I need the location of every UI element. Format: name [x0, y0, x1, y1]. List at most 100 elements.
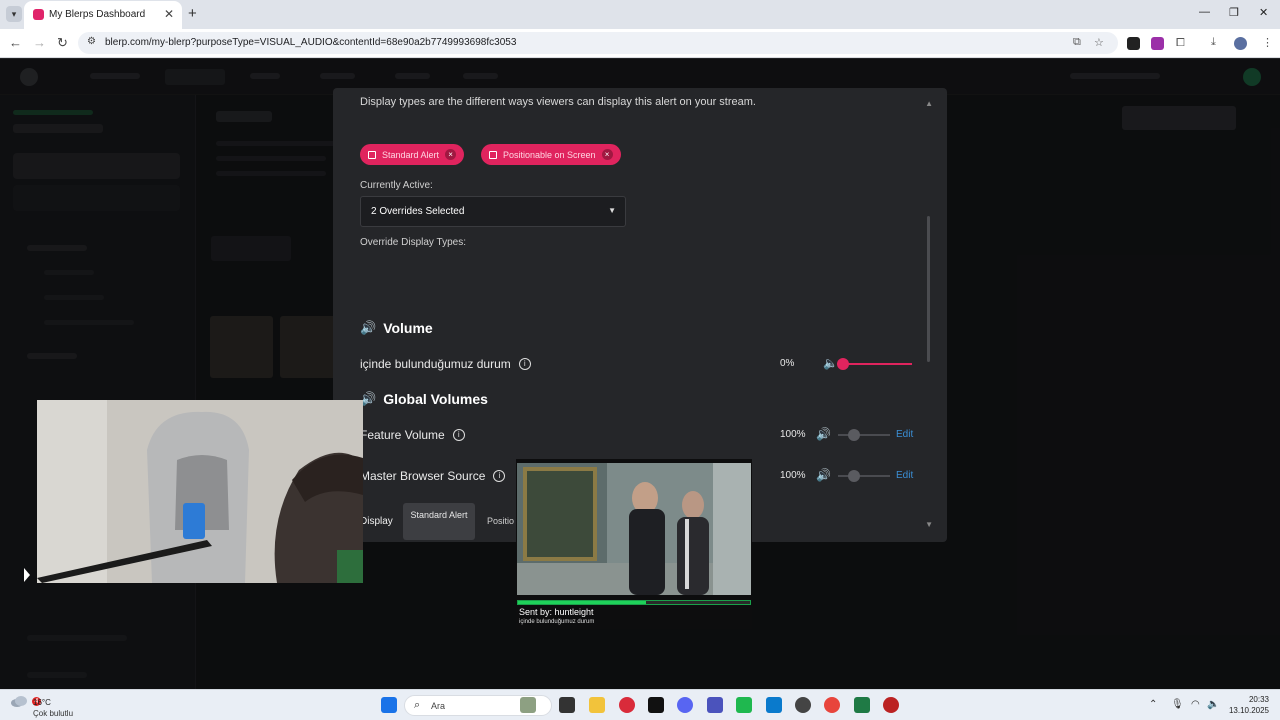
tray-overflow-icon[interactable]: ⌃: [1149, 699, 1157, 710]
feature-volume-slider[interactable]: [838, 434, 890, 436]
browser-tab[interactable]: My Blerps Dashboard ✕: [24, 1, 182, 29]
positionable-icon: [489, 150, 497, 159]
master-volume-percent: 100%: [780, 470, 806, 481]
override-display-types-select[interactable]: 2 Overrides Selected ▼: [360, 196, 626, 227]
vscode-icon[interactable]: [766, 697, 782, 713]
maximize-icon[interactable]: ❐: [1229, 6, 1239, 19]
weather-temp: 16°C: [33, 698, 51, 707]
extension-icon[interactable]: [1127, 37, 1140, 50]
file-explorer-icon[interactable]: [589, 697, 605, 713]
clock-date: 13.10.2025: [1228, 706, 1269, 715]
override-display-types-label: Override Display Types:: [360, 237, 466, 248]
minimize-icon[interactable]: —: [1199, 6, 1210, 18]
tiktok-icon[interactable]: [648, 697, 664, 713]
search-placeholder: Ara: [431, 701, 446, 711]
browser-tab-strip: ▾ My Blerps Dashboard ✕ + — ❐ ✕: [0, 0, 1280, 29]
mute-speaker-icon[interactable]: 🔈: [823, 356, 838, 370]
chrome-icon[interactable]: [824, 697, 840, 713]
download-icon[interactable]: ⤓: [1211, 36, 1216, 49]
tab-search-button[interactable]: ▾: [6, 6, 22, 22]
master-volume-knob[interactable]: [848, 470, 860, 482]
display-types-description: Display types are the different ways vie…: [360, 96, 756, 108]
modal-scrollbar[interactable]: [927, 216, 930, 362]
extension-icon[interactable]: [1151, 37, 1164, 50]
teams-icon[interactable]: [707, 697, 723, 713]
url-text: blerp.com/my-blerp?purposeType=VISUAL_AU…: [105, 37, 517, 48]
weather-description: Çok bulutlu: [33, 709, 74, 718]
info-icon[interactable]: i: [452, 429, 465, 441]
feature-volume-row: Feature Volume i: [360, 428, 465, 442]
back-icon[interactable]: ←: [9, 35, 22, 50]
new-tab-button[interactable]: +: [188, 5, 197, 22]
chatgpt-icon[interactable]: [795, 697, 811, 713]
app-icon[interactable]: [883, 697, 899, 713]
extensions-puzzle-icon[interactable]: ⧠: [1176, 37, 1185, 50]
sound-volume-knob[interactable]: [837, 358, 849, 370]
blerp-favicon-icon: [33, 9, 44, 20]
close-tab-icon[interactable]: ✕: [164, 7, 174, 21]
reload-icon[interactable]: ↻: [57, 35, 68, 51]
alert-progress-bar: [517, 600, 751, 605]
chip-label: Standard Alert: [382, 149, 440, 160]
alert-progress-fill: [518, 601, 646, 604]
display-label: Display: [360, 516, 393, 527]
clock[interactable]: 20:33 13.10.2025: [1229, 694, 1269, 716]
scroll-down-icon[interactable]: ▼: [925, 520, 933, 529]
app-icon[interactable]: [736, 697, 752, 713]
forward-icon[interactable]: →: [33, 35, 46, 50]
master-volume-edit-link[interactable]: Edit: [896, 470, 913, 481]
volume-icon[interactable]: 🔈: [1207, 699, 1219, 710]
menu-icon[interactable]: ⋮: [1262, 36, 1273, 49]
sound-volume-percent: 0%: [780, 358, 795, 369]
alert-sender: Sent by: huntleight: [519, 607, 594, 617]
discord-icon[interactable]: [677, 697, 693, 713]
address-bar[interactable]: ⚙ blerp.com/my-blerp?purposeType=VISUAL_…: [78, 32, 1118, 54]
windows-start-icon[interactable]: [381, 697, 397, 713]
opera-icon[interactable]: [619, 697, 635, 713]
microphone-icon[interactable]: 🎙: [1171, 699, 1184, 710]
browser-toolbar: ← → ↻ ⚙ blerp.com/my-blerp?purposeType=V…: [0, 29, 1280, 58]
info-icon[interactable]: i: [493, 470, 506, 482]
info-icon[interactable]: i: [518, 358, 531, 370]
windows-taskbar: 4 16°C Çok bulutlu ⌕ Ara ⌃ 🎙 ◠ 🔈 20:33 1…: [0, 689, 1280, 720]
app-icon[interactable]: [854, 697, 870, 713]
weather-widget[interactable]: 4 16°C Çok bulutlu: [10, 694, 73, 718]
remove-chip-icon[interactable]: ×: [445, 149, 457, 160]
master-volume-slider[interactable]: [838, 475, 890, 477]
master-browser-source-label: Master Browser Source: [360, 469, 486, 483]
profile-avatar[interactable]: [1234, 37, 1247, 50]
webcam-overlay: [37, 400, 363, 583]
sound-name: içinde bulunduğumuz durum: [360, 357, 511, 371]
search-icon: ⌕: [414, 699, 421, 711]
sound-volume-slider[interactable]: [842, 363, 912, 365]
speaker-icon: 🔊: [360, 320, 377, 335]
feature-volume-edit-link[interactable]: Edit: [896, 429, 913, 440]
sound-volume-row: içinde bulunduğumuz durum i: [360, 357, 531, 371]
global-volumes-section-title: 🔊 Global Volumes: [360, 391, 488, 407]
cloud-icon: [11, 696, 27, 707]
volume-section-title: 🔊 Volume: [360, 320, 433, 336]
chevron-down-icon: ▼: [608, 206, 616, 215]
speaker-icon[interactable]: 🔊: [816, 468, 831, 482]
select-value: 2 Overrides Selected: [371, 206, 465, 217]
remove-chip-icon[interactable]: ×: [601, 149, 613, 160]
scroll-up-icon[interactable]: ▲: [925, 99, 933, 108]
search-highlight-icon[interactable]: [520, 697, 536, 713]
close-window-icon[interactable]: ✕: [1259, 6, 1268, 19]
mouse-cursor-icon: [24, 568, 30, 582]
display-tab-positionable[interactable]: Positio: [487, 516, 514, 526]
standard-alert-icon: [368, 150, 376, 159]
install-app-icon[interactable]: ⧉: [1073, 36, 1081, 49]
chip-standard-alert[interactable]: Standard Alert ×: [360, 144, 465, 165]
chip-positionable-on-screen[interactable]: Positionable on Screen ×: [481, 144, 621, 165]
bookmark-star-icon[interactable]: ☆: [1094, 36, 1104, 49]
site-info-icon[interactable]: ⚙: [87, 36, 96, 47]
master-browser-source-row: Master Browser Source i: [360, 469, 506, 483]
display-tab-standard-alert[interactable]: Standard Alert: [403, 503, 475, 540]
speaker-icon[interactable]: 🔊: [816, 427, 831, 441]
feature-volume-knob[interactable]: [848, 429, 860, 441]
task-view-icon[interactable]: [559, 697, 575, 713]
feature-volume-label: Feature Volume: [360, 428, 445, 442]
alert-preview: Sent by: huntleight içinde bulunduğumuz …: [516, 459, 752, 629]
wifi-icon[interactable]: ◠: [1191, 699, 1200, 710]
